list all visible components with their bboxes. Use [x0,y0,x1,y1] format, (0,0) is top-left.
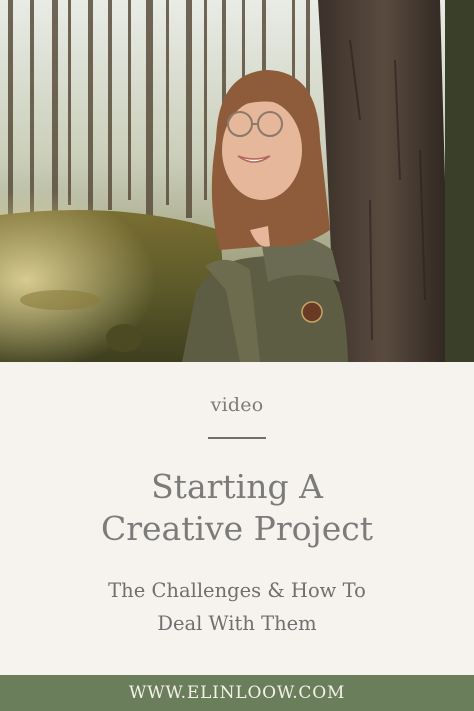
text-panel: video Starting A Creative Project The Ch… [0,362,474,675]
divider-line [208,437,266,439]
page-title: Starting A Creative Project [0,466,474,550]
subtitle-line-1: The Challenges & How To [108,579,366,602]
website-url[interactable]: WWW.ELINLOOW.COM [129,683,345,703]
photo-illustration [0,0,474,362]
pin-graphic: video Starting A Creative Project The Ch… [0,0,474,711]
category-label: video [210,394,264,416]
subtitle: The Challenges & How To Deal With Them [0,574,474,640]
title-line-1: Starting A [151,467,323,506]
website-footer[interactable]: WWW.ELINLOOW.COM [0,675,474,711]
subtitle-line-2: Deal With Them [157,612,317,635]
title-line-2: Creative Project [100,509,374,548]
forest-portrait-photo [0,0,474,362]
